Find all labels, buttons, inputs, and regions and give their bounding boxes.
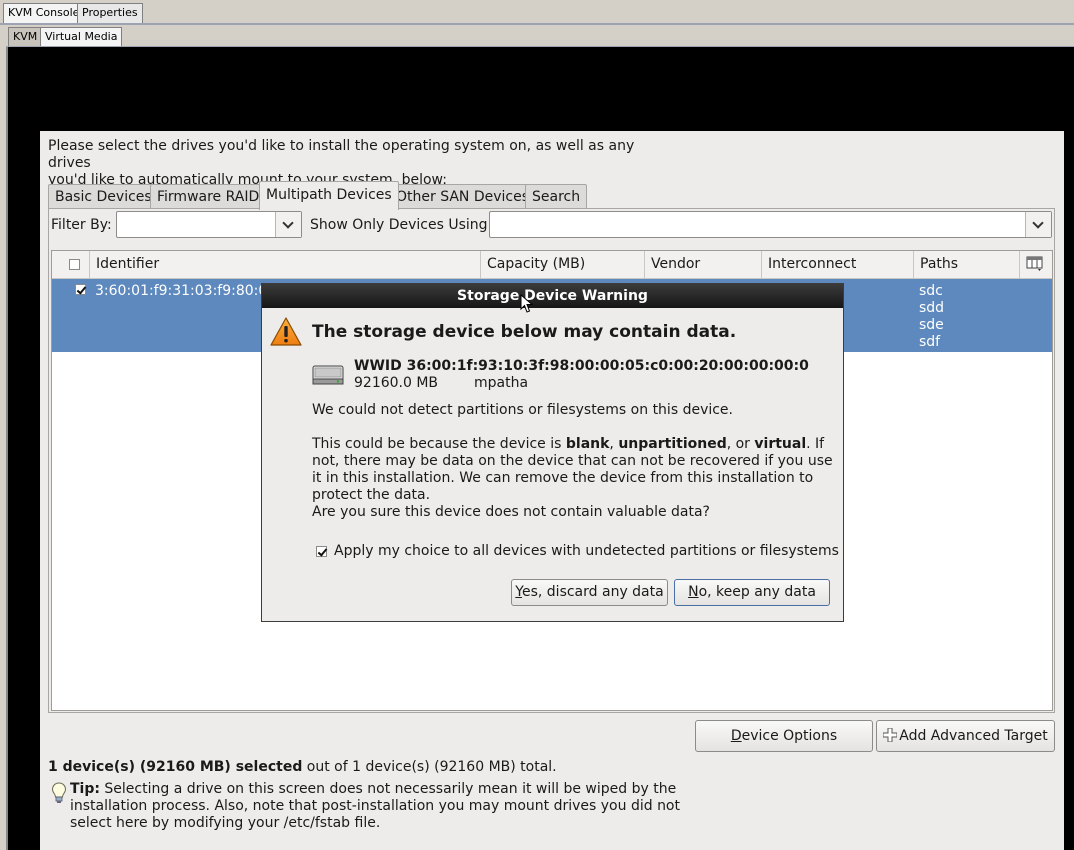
add-advanced-target-button[interactable]: Add Advanced Target [876, 720, 1055, 752]
path-item: sde [919, 317, 944, 333]
device-wwid: WWID 36:00:1f:93:10:3f:98:00:00:05:c0:00… [354, 358, 809, 374]
device-size: 92160.0 MB [354, 375, 439, 391]
dialog-title-bar[interactable]: Storage Device Warning [262, 284, 843, 308]
device-name: mpatha [474, 375, 529, 391]
tip-label: Tip: [70, 781, 100, 797]
dialog-paragraph-3: Are you sure this device does not contai… [312, 504, 710, 520]
tip-body: Selecting a drive on this screen does no… [70, 781, 680, 831]
add-advanced-target-label: Add Advanced Target [899, 728, 1048, 744]
columns-icon[interactable] [1026, 255, 1044, 273]
dialog-heading: The storage device below may contain dat… [312, 322, 737, 342]
yes-label: es, discard any data [521, 584, 664, 600]
yes-mnemonic: Y [515, 584, 522, 600]
intro-line-1: Please select the drives you'd like to i… [48, 138, 635, 171]
tab-properties[interactable]: Properties [77, 3, 143, 23]
tab-kvm-console[interactable]: KVM Console [3, 3, 85, 23]
show-only-combo[interactable] [489, 211, 1052, 238]
path-item: sdf [919, 334, 941, 350]
column-identifier[interactable]: Identifier [90, 251, 481, 279]
no-mnemonic: N [688, 584, 699, 600]
plus-icon [882, 727, 898, 743]
summary-total: out of 1 device(s) (92160 MB) total. [302, 759, 557, 775]
chevron-down-icon[interactable] [275, 212, 301, 237]
summary-selected: 1 device(s) (92160 MB) selected [48, 759, 303, 775]
filter-by-combo[interactable] [116, 211, 302, 238]
keep-data-button[interactable]: No, keep any data [674, 579, 830, 606]
chevron-down-icon[interactable] [1025, 212, 1051, 237]
p2-virtual: virtual [754, 436, 807, 452]
lightbulb-icon [51, 782, 67, 803]
selection-summary: 1 device(s) (92160 MB) selected out of 1… [48, 759, 557, 775]
dialog-paragraph-1: We could not detect partitions or filesy… [312, 402, 733, 418]
tab-multipath-devices[interactable]: Multipath Devices [259, 181, 399, 210]
path-item: sdc [919, 283, 943, 299]
show-only-label: Show Only Devices Using: [310, 217, 493, 233]
tab-other-san-devices[interactable]: Other SAN Devices [389, 184, 537, 209]
no-label: o, keep any data [698, 584, 816, 600]
kvm-outer-tabbar: KVM Console Properties [0, 0, 1074, 24]
select-all-checkbox[interactable] [69, 259, 80, 270]
apply-all-checkbox[interactable] [316, 546, 327, 557]
tab-firmware-raid[interactable]: Firmware RAID [150, 184, 267, 209]
column-capacity[interactable]: Capacity (MB) [481, 251, 645, 279]
p2-text: , or [726, 436, 755, 452]
tip-text: Tip: Selecting a drive on this screen do… [70, 781, 680, 832]
row-identifier: 3:60:01:f9:31:03:f9:80:00 [95, 283, 277, 299]
tab-virtual-media[interactable]: Virtual Media [40, 27, 123, 47]
tab-kvm[interactable]: KVM [8, 27, 43, 47]
outer-tab-divider [0, 23, 1074, 25]
column-paths[interactable]: Paths [914, 251, 1020, 279]
discard-data-button[interactable]: Yes, discard any data [511, 579, 668, 606]
row-checkbox[interactable] [75, 284, 86, 295]
path-item: sdd [919, 300, 945, 316]
header-select-all[interactable] [52, 251, 90, 279]
dialog-paragraph-2: This could be because the device is blan… [312, 436, 840, 504]
device-options-label: evice Options [741, 728, 838, 744]
mouse-cursor-icon [520, 294, 534, 313]
apply-all-label[interactable]: Apply my choice to all devices with unde… [334, 543, 864, 560]
column-chooser[interactable] [1020, 251, 1052, 279]
row-paths: sdc sdd sde sdf [919, 283, 944, 351]
device-options-mnemonic: D [730, 728, 742, 744]
column-interconnect[interactable]: Interconnect [762, 251, 914, 279]
device-options-button[interactable]: Device Options [695, 720, 873, 752]
filter-by-label: Filter By: [51, 217, 112, 233]
kvm-inner-tabbar: KVM Virtual Media [6, 26, 1074, 48]
p2-text: This could be because the device is [312, 436, 566, 452]
p2-blank: blank [565, 436, 610, 452]
tab-search[interactable]: Search [525, 184, 588, 209]
p2-unpartitioned: unpartitioned [618, 436, 727, 452]
column-vendor[interactable]: Vendor [645, 251, 762, 279]
storage-warning-dialog: Storage Device Warning The storage devic… [261, 283, 844, 622]
p2-text: , [609, 436, 619, 452]
warning-icon [270, 317, 302, 346]
table-header: Identifier Capacity (MB) Vendor Intercon… [52, 251, 1052, 279]
hard-drive-icon [312, 365, 344, 385]
tab-basic-devices[interactable]: Basic Devices [48, 184, 159, 209]
